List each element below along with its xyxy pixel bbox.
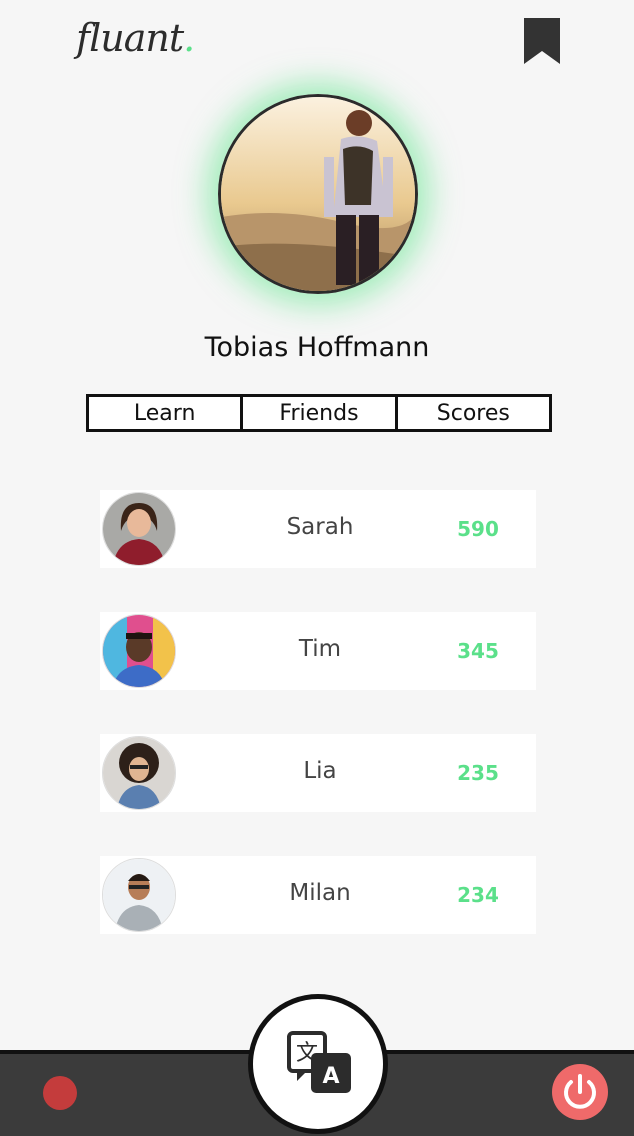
tab-learn[interactable]: Learn xyxy=(89,397,240,429)
svg-text:A: A xyxy=(322,1064,339,1089)
avatar xyxy=(102,614,176,688)
player-name: Milan xyxy=(289,880,351,906)
avatar xyxy=(102,858,176,932)
tab-scores[interactable]: Scores xyxy=(394,397,549,429)
profile-tabs: Learn Friends Scores xyxy=(86,394,552,432)
avatar xyxy=(102,492,176,566)
profile-name: Tobias Hoffmann xyxy=(204,332,430,363)
score-row[interactable]: Sarah 590 xyxy=(100,490,536,568)
translate-button[interactable]: 文 A xyxy=(248,994,388,1134)
score-row[interactable]: Tim 345 xyxy=(100,612,536,690)
profile-photo xyxy=(221,97,415,291)
app-logo: fluant. xyxy=(76,16,195,60)
record-dot-icon[interactable] xyxy=(43,1076,77,1110)
avatar xyxy=(102,736,176,810)
player-name: Lia xyxy=(303,758,337,784)
power-icon xyxy=(564,1074,596,1109)
score-row[interactable]: Milan 234 xyxy=(100,856,536,934)
player-score: 590 xyxy=(457,517,499,541)
logo-text: fluant xyxy=(76,16,184,60)
player-score: 235 xyxy=(457,761,499,785)
profile-avatar[interactable] xyxy=(218,94,418,294)
player-name: Sarah xyxy=(286,514,354,540)
player-name: Tim xyxy=(298,636,342,662)
player-score: 345 xyxy=(457,639,499,663)
score-row[interactable]: Lia 235 xyxy=(100,734,536,812)
tab-friends[interactable]: Friends xyxy=(240,397,394,429)
power-button[interactable] xyxy=(552,1064,608,1120)
translate-icon: 文 A xyxy=(287,1031,351,1093)
bookmark-icon[interactable] xyxy=(524,18,560,64)
player-score: 234 xyxy=(457,883,499,907)
logo-dot: . xyxy=(183,16,195,60)
